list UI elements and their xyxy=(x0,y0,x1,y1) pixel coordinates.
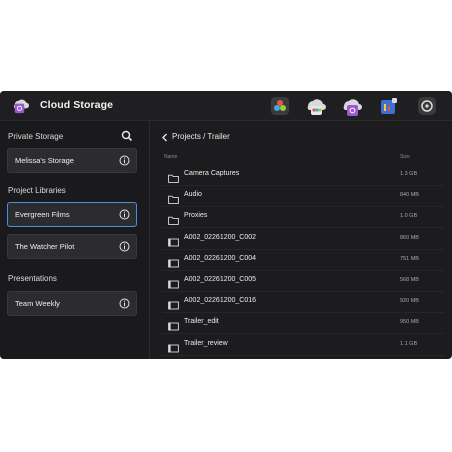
file-size: 1.3 GB xyxy=(400,171,418,177)
settings-icon[interactable] xyxy=(416,95,438,117)
sidebar-item-label: Melissa's Storage xyxy=(15,156,74,165)
private-storage-heading: Private Storage xyxy=(8,132,64,141)
file-row[interactable]: A002_02261200_C004 751 MB xyxy=(162,249,444,271)
sidebar-item-melissas-storage[interactable]: Melissa's Storage xyxy=(7,148,137,173)
video-clip-icon xyxy=(168,340,179,353)
file-name: Proxies xyxy=(184,212,208,220)
file-size: 1.0 GB xyxy=(400,213,418,220)
video-clip-icon xyxy=(168,297,179,310)
info-icon[interactable] xyxy=(119,209,130,220)
sidebar: Private Storage Melissa's Storage Projec… xyxy=(0,121,150,359)
davinci-resolve-icon[interactable] xyxy=(269,95,291,117)
app-title: Cloud Storage xyxy=(40,99,114,111)
file-row[interactable]: A002_02261200_C002 860 MB xyxy=(162,228,444,250)
project-libraries-heading: Project Libraries xyxy=(8,186,66,195)
sidebar-item-label: Team Weekly xyxy=(15,299,60,308)
video-clip-icon xyxy=(168,318,179,331)
file-name: Trailer_review xyxy=(184,339,228,347)
file-row[interactable]: Audio 840 MB xyxy=(162,185,444,208)
file-row[interactable]: A002_02261200_C005 568 MB xyxy=(162,270,444,292)
folder-icon xyxy=(168,212,179,226)
info-icon[interactable] xyxy=(119,241,130,252)
sidebar-item-the-watcher-pilot[interactable]: The Watcher Pilot xyxy=(7,234,137,259)
folder-icon xyxy=(168,191,179,205)
file-size: 950 MB xyxy=(400,319,419,326)
file-size: 751 MB xyxy=(400,255,419,262)
video-clip-icon xyxy=(168,234,179,247)
presentations-heading: Presentations xyxy=(8,274,57,283)
file-name: Audio xyxy=(184,191,202,199)
sidebar-item-team-weekly[interactable]: Team Weekly xyxy=(7,291,137,316)
column-header-name[interactable]: Name xyxy=(164,154,177,160)
breadcrumb[interactable]: Projects / Trailer xyxy=(172,132,230,141)
file-size: 1.1 GB xyxy=(400,340,418,347)
sidebar-item-label: Evergreen Films xyxy=(15,210,70,219)
file-size: 920 MB xyxy=(400,298,419,305)
file-size: 568 MB xyxy=(400,277,419,283)
cloud-storage-icon[interactable] xyxy=(341,95,363,117)
sidebar-item-label: The Watcher Pilot xyxy=(15,242,75,251)
file-name: Camera Captures xyxy=(184,170,240,177)
search-icon[interactable] xyxy=(121,130,133,142)
file-name: A002_02261200_C005 xyxy=(184,276,257,283)
video-clip-icon xyxy=(168,255,179,268)
sidebar-item-evergreen-films[interactable]: Evergreen Films xyxy=(7,202,137,227)
file-name: A002_02261200_C002 xyxy=(184,233,257,241)
chevron-left-icon[interactable] xyxy=(161,133,168,142)
project-manager-icon[interactable] xyxy=(378,95,400,117)
file-row[interactable]: Trailer_edit 950 MB xyxy=(162,312,444,335)
file-row[interactable]: Trailer_review 1.1 GB xyxy=(162,334,444,356)
file-name: A002_02261200_C016 xyxy=(184,297,257,305)
file-name: Trailer_edit xyxy=(184,318,219,326)
file-name: A002_02261200_C004 xyxy=(184,254,257,262)
video-clip-icon xyxy=(168,276,179,289)
info-icon[interactable] xyxy=(119,155,130,166)
file-row[interactable]: Proxies 1.0 GB xyxy=(162,206,444,229)
column-header-size[interactable]: Size xyxy=(400,154,410,160)
file-row[interactable]: A002_02261200_C016 920 MB xyxy=(162,291,444,314)
file-size: 860 MB xyxy=(400,234,419,241)
file-browser: Projects / Trailer Name Size Camera Capt… xyxy=(150,121,452,359)
cloud-storage-logo-icon xyxy=(14,99,29,114)
file-row[interactable]: Camera Captures 1.3 GB xyxy=(162,164,444,186)
info-icon[interactable] xyxy=(119,298,130,309)
app-header: Cloud Storage xyxy=(0,91,452,121)
cloud-storage-window: Cloud Storage Private Storage Melissa's … xyxy=(0,91,452,359)
folder-icon xyxy=(168,170,179,183)
cloud-team-icon[interactable] xyxy=(305,95,327,117)
file-size: 840 MB xyxy=(400,192,419,199)
